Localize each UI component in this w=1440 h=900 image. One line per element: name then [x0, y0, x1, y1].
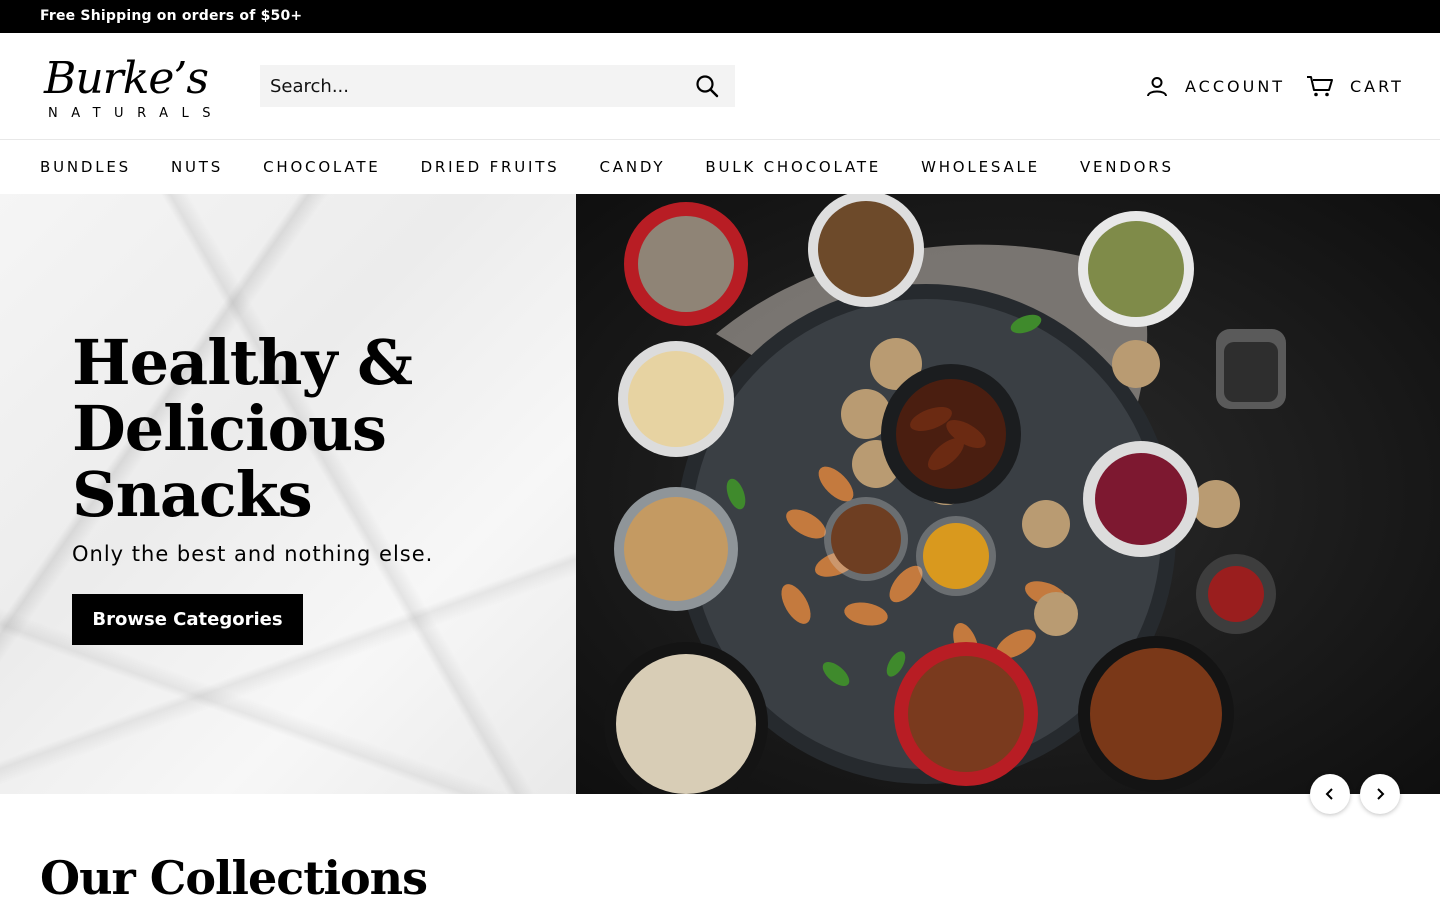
logo[interactable]: Burke’s NATURALS [40, 53, 230, 125]
nav-item-wholesale[interactable]: WHOLESALE [921, 158, 1040, 176]
search-input[interactable] [260, 65, 679, 107]
nav-item-candy[interactable]: CANDY [600, 158, 666, 176]
slider-prev-button[interactable] [1310, 774, 1350, 814]
cart-link[interactable]: CART [1306, 73, 1404, 99]
chevron-right-icon [1377, 788, 1385, 800]
search-icon [696, 75, 719, 98]
hero-subtitle: Only the best and nothing else. [72, 542, 434, 566]
site-header: Burke’s NATURALS ACCOUNT CART [0, 33, 1440, 140]
logo-sub-text: NATURALS [48, 106, 224, 121]
nav-item-bundles[interactable]: BUNDLES [40, 158, 131, 176]
hero-slide: Healthy & Delicious Snacks Only the best… [0, 194, 1440, 794]
cart-icon [1307, 76, 1333, 97]
hero-marble-panel: Healthy & Delicious Snacks Only the best… [0, 194, 576, 794]
slider-next-button[interactable] [1360, 774, 1400, 814]
main-nav: BUNDLES NUTS CHOCOLATE DRIED FRUITS CAND… [0, 140, 1440, 194]
snacks-illustration [576, 194, 1440, 794]
nav-item-bulk-chocolate[interactable]: BULK CHOCOLATE [705, 158, 881, 176]
logo-script-text: Burke’s [44, 53, 209, 104]
browse-categories-button[interactable]: Browse Categories [72, 594, 303, 645]
account-link[interactable]: ACCOUNT [1145, 73, 1285, 99]
collections-heading: Our Collections [40, 851, 428, 900]
hero-snacks-image [576, 194, 1440, 794]
nav-item-nuts[interactable]: NUTS [171, 158, 223, 176]
cart-label: CART [1350, 76, 1404, 96]
announcement-text: Free Shipping on orders of $50+ [40, 8, 303, 24]
user-icon [1147, 77, 1167, 97]
announcement-bar: Free Shipping on orders of $50+ [0, 0, 1440, 33]
chevron-left-icon [1325, 788, 1333, 800]
search-button[interactable] [679, 65, 735, 107]
nav-item-chocolate[interactable]: CHOCOLATE [263, 158, 380, 176]
hero-title: Healthy & Delicious Snacks [72, 326, 413, 531]
search-bar [260, 65, 735, 107]
account-label: ACCOUNT [1185, 76, 1286, 96]
nav-item-vendors[interactable]: VENDORS [1080, 158, 1174, 176]
nav-item-dried-fruits[interactable]: DRIED FRUITS [421, 158, 560, 176]
